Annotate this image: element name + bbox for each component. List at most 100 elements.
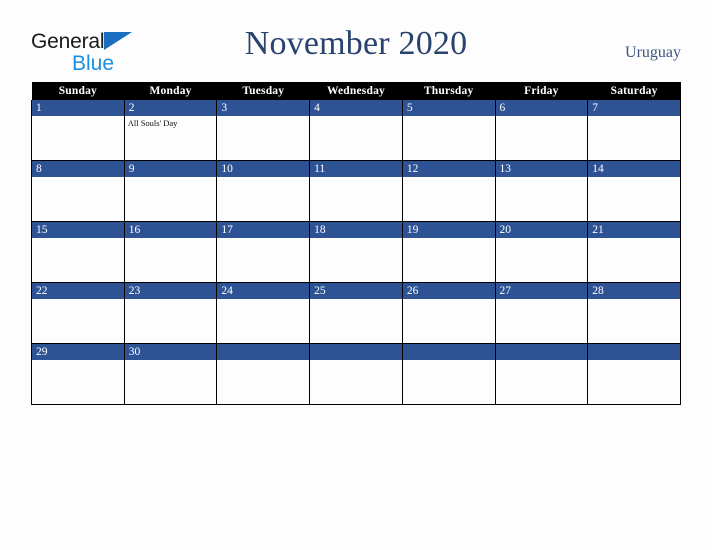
day-number: 21: [588, 222, 680, 238]
calendar-day-cell[interactable]: 3: [216, 100, 311, 161]
day-events: All Souls' Day: [125, 116, 217, 129]
calendar-day-cell[interactable]: 21: [587, 221, 681, 283]
day-number: 7: [588, 100, 680, 116]
calendar-empty-cell[interactable]: [401, 343, 496, 405]
day-events: [32, 360, 124, 362]
calendar-day-cell[interactable]: 22: [31, 282, 125, 344]
calendar-day-cell[interactable]: 15: [31, 221, 125, 283]
calendar-day-cell[interactable]: 5: [401, 100, 496, 161]
day-number: 4: [310, 100, 402, 116]
calendar-day-cell[interactable]: 12: [401, 160, 496, 222]
day-events: [496, 177, 588, 179]
day-number: 27: [495, 283, 588, 299]
day-events: [496, 116, 588, 118]
calendar-day-cell[interactable]: 8: [31, 160, 125, 222]
calendar-week-row: 29 30: [31, 343, 681, 405]
day-events: [32, 299, 124, 301]
calendar-day-cell[interactable]: 1: [31, 100, 125, 161]
day-number: 10: [217, 161, 310, 177]
day-events: [588, 238, 680, 240]
calendar-body: 1 2 All Souls' Day 3 4 5 6 7 8 9 10 11 12 13 14 15 16 17 1…: [31, 100, 681, 405]
day-number: 29: [32, 344, 124, 360]
day-number: 19: [402, 222, 495, 238]
weekday-header-monday: Monday: [124, 82, 217, 100]
weekday-header-tuesday: Tuesday: [216, 82, 310, 100]
day-events: [217, 238, 309, 240]
calendar-day-cell[interactable]: 29: [31, 343, 125, 405]
day-events: [310, 360, 402, 362]
calendar-week-row: 1 2 All Souls' Day 3 4 5 6 7: [31, 100, 681, 161]
calendar-day-cell[interactable]: 18: [309, 221, 403, 283]
calendar-day-cell[interactable]: 28: [587, 282, 681, 344]
calendar-header-row-group: Sunday Monday Tuesday Wednesday Thursday…: [31, 82, 681, 100]
day-events: [217, 177, 309, 179]
day-events: [217, 360, 309, 362]
calendar-empty-cell[interactable]: [587, 343, 681, 405]
day-number: 14: [588, 161, 680, 177]
day-number: 9: [124, 161, 217, 177]
day-events: [403, 299, 495, 301]
calendar-day-cell[interactable]: 9: [123, 160, 218, 222]
day-number: 24: [217, 283, 310, 299]
calendar-day-cell[interactable]: 14: [587, 160, 681, 222]
day-events: [32, 177, 124, 179]
calendar-day-cell[interactable]: 27: [494, 282, 589, 344]
day-events: [496, 360, 588, 362]
calendar-day-cell[interactable]: 6: [494, 100, 589, 161]
weekday-header-wednesday: Wednesday: [309, 82, 403, 100]
day-number: 6: [495, 100, 588, 116]
weekday-header-saturday: Saturday: [587, 82, 681, 100]
calendar-day-cell[interactable]: 26: [401, 282, 496, 344]
day-number: [217, 344, 310, 360]
day-events: [310, 238, 402, 240]
calendar-empty-cell[interactable]: [309, 343, 403, 405]
calendar-day-cell[interactable]: 2 All Souls' Day: [123, 100, 218, 161]
day-events: [310, 116, 402, 118]
day-number: 2: [124, 100, 217, 116]
weekday-header-sunday: Sunday: [31, 82, 125, 100]
day-number: 8: [32, 161, 124, 177]
day-number: [310, 344, 402, 360]
calendar-day-cell[interactable]: 23: [123, 282, 218, 344]
calendar-grid: Sunday Monday Tuesday Wednesday Thursday…: [31, 82, 681, 405]
day-events: [496, 299, 588, 301]
day-events: [310, 299, 402, 301]
calendar-day-cell[interactable]: 25: [309, 282, 403, 344]
calendar-week-row: 8 9 10 11 12 13 14: [31, 160, 681, 222]
day-number: 18: [310, 222, 402, 238]
day-number: 15: [32, 222, 124, 238]
weekday-header-row: Sunday Monday Tuesday Wednesday Thursday…: [31, 82, 681, 100]
day-events: [588, 360, 680, 362]
day-number: [402, 344, 495, 360]
day-events: [125, 238, 217, 240]
calendar-day-cell[interactable]: 13: [494, 160, 589, 222]
calendar-day-cell[interactable]: 20: [494, 221, 589, 283]
calendar-day-cell[interactable]: 17: [216, 221, 311, 283]
day-number: 28: [588, 283, 680, 299]
day-number: [495, 344, 588, 360]
holiday-label: All Souls' Day: [127, 118, 178, 128]
page-title: November 2020: [244, 25, 468, 62]
calendar-day-cell[interactable]: 4: [309, 100, 403, 161]
day-events: [217, 116, 309, 118]
day-events: [310, 177, 402, 179]
calendar-day-cell[interactable]: 24: [216, 282, 311, 344]
calendar-week-row: 15 16 17 18 19 20 21: [31, 221, 681, 283]
calendar-day-cell[interactable]: 30: [123, 343, 218, 405]
day-events: [588, 299, 680, 301]
day-events: [588, 177, 680, 179]
page-header: General Blue November 2020 Uruguay: [0, 0, 712, 82]
day-events: [217, 299, 309, 301]
day-number: 12: [402, 161, 495, 177]
calendar-day-cell[interactable]: 11: [309, 160, 403, 222]
calendar-day-cell[interactable]: 19: [401, 221, 496, 283]
calendar-day-cell[interactable]: 10: [216, 160, 311, 222]
calendar-day-cell[interactable]: 16: [123, 221, 218, 283]
calendar-day-cell[interactable]: 7: [587, 100, 681, 161]
day-events: [125, 299, 217, 301]
day-number: 25: [310, 283, 402, 299]
calendar-empty-cell[interactable]: [494, 343, 589, 405]
day-number: 22: [32, 283, 124, 299]
calendar-empty-cell[interactable]: [216, 343, 311, 405]
weekday-header-friday: Friday: [495, 82, 588, 100]
